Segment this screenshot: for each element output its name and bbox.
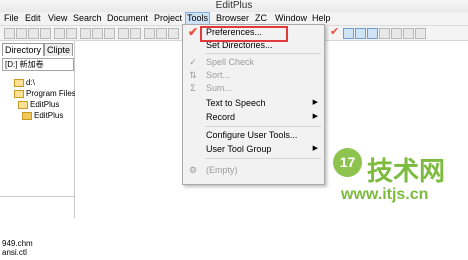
- menu-separator: [205, 126, 321, 127]
- word-wrap-icon[interactable]: [379, 28, 390, 39]
- tree-item[interactable]: EditPlus: [22, 111, 63, 120]
- watermark-brand: 技术网: [367, 156, 446, 186]
- paste-icon[interactable]: [104, 28, 115, 39]
- folder-open-icon: [14, 78, 24, 87]
- save-all-icon[interactable]: [40, 28, 51, 39]
- menu-project[interactable]: Project: [154, 12, 182, 25]
- file-list: 949.chm ansi.ctl: [0, 196, 74, 260]
- menu-item-text-to-speech[interactable]: Text to Speech ▶: [183, 97, 324, 109]
- submenu-arrow-icon: ▶: [312, 113, 318, 120]
- new-file-icon[interactable]: [4, 28, 15, 39]
- menu-search[interactable]: Search: [73, 12, 102, 25]
- list-item[interactable]: ansi.ctl: [2, 248, 27, 257]
- menu-document[interactable]: Document: [107, 12, 148, 25]
- menu-item-sum: Σ Sum...: [183, 82, 324, 94]
- folder-icon: [22, 111, 32, 120]
- list-item[interactable]: 949.chm: [2, 239, 33, 248]
- checkmark-icon: ✔: [187, 25, 199, 39]
- menu-item-spell-check: ✓ Spell Check: [183, 56, 324, 68]
- sum-icon: Σ: [190, 83, 196, 93]
- drive-selector[interactable]: [D:] 新加卷: [2, 58, 74, 71]
- tree-item[interactable]: EditPlus: [18, 100, 59, 109]
- folder-open-icon: [14, 89, 24, 98]
- tab-directory[interactable]: Directory: [2, 43, 45, 56]
- tab-cliptext[interactable]: Clipte: [44, 43, 74, 56]
- replace-icon[interactable]: [156, 28, 167, 39]
- directory-window-icon[interactable]: [355, 28, 366, 39]
- sort-icon: ⇅: [189, 70, 197, 80]
- save-icon[interactable]: [28, 28, 39, 39]
- print-icon[interactable]: [54, 28, 65, 39]
- menu-edit[interactable]: Edit: [25, 12, 41, 25]
- tool-icon: ⚙: [188, 165, 198, 175]
- redo-icon[interactable]: [130, 28, 141, 39]
- goto-icon[interactable]: [168, 28, 179, 39]
- submenu-arrow-icon: ▶: [312, 145, 318, 152]
- window-title: EditPlus: [215, 0, 253, 11]
- spell-check-icon: ✓: [189, 57, 197, 67]
- line-number-icon[interactable]: [403, 28, 414, 39]
- folder-open-icon: [18, 100, 28, 109]
- menu-item-empty: ⚙ (Empty): [188, 165, 238, 175]
- directory-panel: Directory Clipte [D:] 新加卷 d:\ Program Fi…: [0, 41, 89, 257]
- browser-icon[interactable]: [415, 28, 426, 39]
- print-preview-icon[interactable]: [66, 28, 77, 39]
- output-window-icon[interactable]: [367, 28, 378, 39]
- spell-check-icon[interactable]: ✔: [330, 27, 339, 38]
- menu-view[interactable]: View: [48, 12, 67, 25]
- watermark-logo: 17: [333, 148, 362, 177]
- tools-dropdown-menu: ✔ Preferences... Set Directories... ✓ Sp…: [182, 24, 325, 185]
- menu-separator: [205, 158, 321, 159]
- menu-item-sort: ⇅ Sort...: [183, 69, 324, 81]
- cut-icon[interactable]: [80, 28, 91, 39]
- undo-icon[interactable]: [118, 28, 129, 39]
- watermark-url: www.itjs.cn: [341, 186, 429, 203]
- preferences-highlight-box: [200, 26, 288, 42]
- tree-item[interactable]: d:\: [14, 78, 35, 87]
- menu-separator: [205, 53, 321, 54]
- open-file-icon[interactable]: [16, 28, 27, 39]
- menu-item-record[interactable]: Record ▶: [183, 111, 324, 123]
- submenu-arrow-icon: ▶: [312, 99, 318, 106]
- copy-icon[interactable]: [92, 28, 103, 39]
- menu-file[interactable]: File: [4, 12, 19, 25]
- view-icon[interactable]: [343, 28, 354, 39]
- menu-item-configure-user-tools[interactable]: Configure User Tools...: [183, 129, 324, 141]
- find-icon[interactable]: [144, 28, 155, 39]
- menu-item-user-tool-group[interactable]: User Tool Group ▶: [183, 143, 324, 155]
- ruler-icon[interactable]: [391, 28, 402, 39]
